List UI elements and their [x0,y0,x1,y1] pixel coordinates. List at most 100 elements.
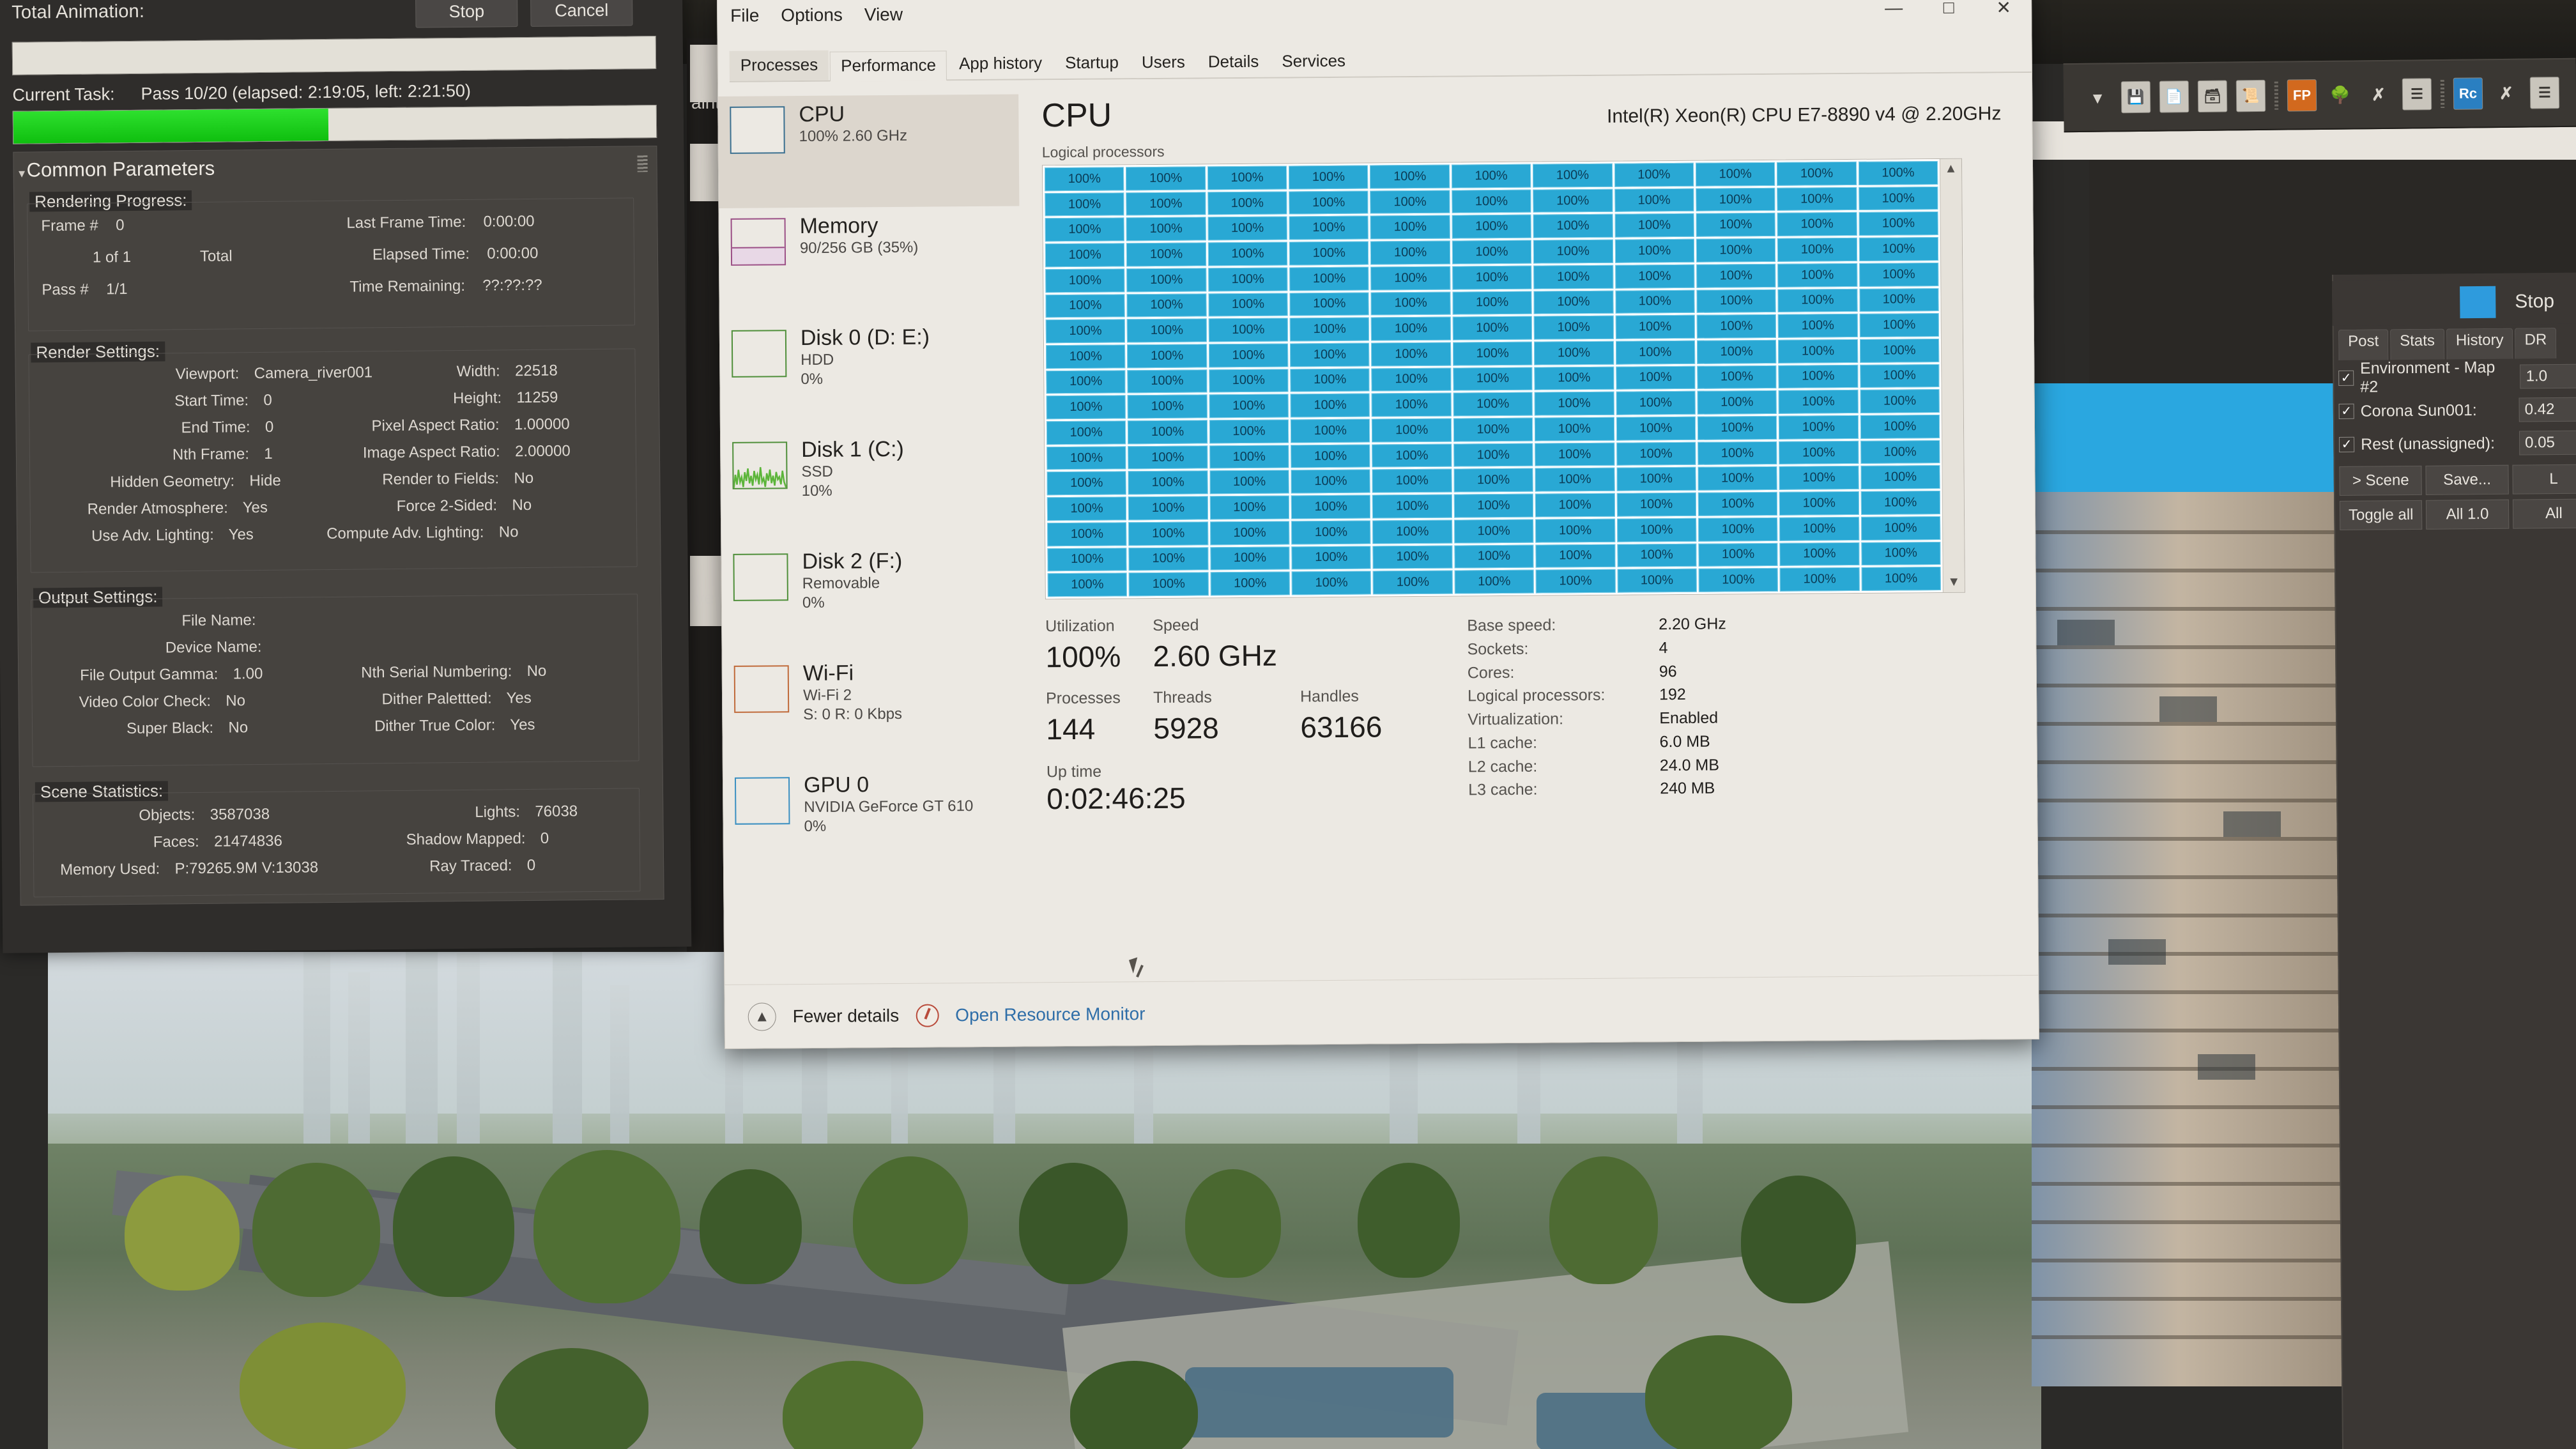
checkbox-icon[interactable]: ✓ [2338,403,2354,419]
spec-value: 6.0 MB [1659,732,1710,751]
vfb-tab-post[interactable]: Post [2338,329,2389,360]
logical-processor-cell: 100% [1453,417,1533,442]
sidebar-item-disk0[interactable]: Disk 0 (D: E:) HDD 0% [720,318,1021,432]
spec-value: 2.20 GHz [1659,615,1726,634]
lights-row: Lights: 76038 [475,802,578,821]
handles-label: Handles [1300,687,1359,706]
lightmix-row[interactable]: ✓ Environment - Map #2 1.0 [2338,358,2576,396]
sidebar-item-cpu[interactable]: CPU 100% 2.60 GHz [718,94,1020,208]
lightmix-row[interactable]: ✓ Corona Sun001: 0.42 [2338,393,2576,428]
chevron-down-icon[interactable]: ▾ [2083,81,2113,113]
current-task-value: Pass 10/20 (elapsed: 2:19:05, left: 2:21… [141,80,471,103]
vfb-tab-stats[interactable]: Stats [2390,328,2445,360]
viewport-row: Viewport: Camera_river001 [175,364,373,383]
close-icon[interactable]: ✕ [1976,0,2031,27]
tab-details[interactable]: Details [1197,47,1270,78]
checkbox-icon[interactable]: ✓ [2339,436,2355,452]
lightmix-value[interactable]: 0.05 [2518,430,2576,456]
render-tower-building [2032,492,2358,1386]
tab-processes[interactable]: Processes [729,50,829,81]
drag-grip-icon[interactable] [637,155,648,172]
spec-key: Virtualization: [1468,710,1564,729]
logical-processors-scrollbar[interactable]: ▲ ▼ [1939,158,1965,592]
vfb-color-swatch[interactable] [2460,286,2496,319]
menu-file[interactable]: File [730,6,759,26]
tab-users[interactable]: Users [1131,48,1196,79]
video-color-check-row: Video Color Check: No [79,692,246,711]
fewer-details-button[interactable]: Fewer details [793,1005,900,1026]
tab-startup[interactable]: Startup [1054,48,1130,79]
menu-options[interactable]: Options [781,5,843,26]
menu-view[interactable]: View [864,4,903,25]
logical-processor-cell: 100% [1370,215,1450,240]
maximize-icon[interactable]: □ [1921,0,1976,27]
lightmix-value[interactable]: 1.0 [2520,364,2576,389]
logical-processor-cell: 100% [1289,266,1369,291]
logical-processor-cell: 100% [1370,190,1450,214]
end-time-row: End Time: 0 [181,418,274,437]
vfb-tabs[interactable]: Post Stats History DR [2338,328,2576,360]
chevron-up-icon[interactable]: ▲ [747,1002,776,1031]
forest-pack-icon[interactable]: FP [2287,79,2317,112]
sidebar-item-wifi[interactable]: Wi-Fi Wi-Fi 2 S: 0 R: 0 Kbps [723,654,1023,767]
logical-processor-cell: 100% [1533,315,1614,340]
logical-processor-cell: 100% [1372,545,1453,569]
logical-processor-cell: 100% [1208,216,1287,241]
open-resource-monitor-link[interactable]: Open Resource Monitor [955,1004,1145,1025]
collapse-arrow-icon[interactable]: ▼ [17,168,27,181]
list-icon[interactable]: ☰ [2402,78,2432,111]
lightmix-row[interactable]: ✓ Rest (unassigned): 0.05 [2339,426,2576,461]
checkbox-icon[interactable]: ✓ [2338,370,2354,386]
scrollbar-thumb[interactable] [1942,178,1963,572]
logical-processor-cell: 100% [1046,369,1126,394]
logical-processor-cell: 100% [1860,465,1940,490]
tab-performance[interactable]: Performance [830,50,947,82]
stop-button[interactable]: Stop [415,0,518,28]
render-tree [1019,1163,1128,1284]
forest-trees-icon[interactable]: 🌳 [2326,79,2356,111]
common-parameters-header[interactable]: ▼ Common Parameters [17,157,215,182]
vfb-tab-history[interactable]: History [2446,328,2513,360]
logical-processor-cell: 100% [1779,567,1860,592]
logical-processor-cell: 100% [1047,522,1127,546]
save-render-c-icon[interactable]: 🗃 [2197,80,2228,112]
sidebar-item-gpu0[interactable]: GPU 0 NVIDIA GeForce GT 610 0% [723,765,1024,879]
railclone-x-icon[interactable]: ✗ [2364,79,2394,111]
menu-bar[interactable]: File Options View [730,4,903,26]
vfb-stop-label[interactable]: Stop [2515,291,2554,313]
logical-processor-cell: 100% [1372,392,1452,417]
resource-monitor-icon[interactable] [916,1003,939,1027]
vfb-tab-dr[interactable]: DR [2515,328,2557,359]
scene-button[interactable]: > Scene [2339,465,2423,496]
chevron-up-icon[interactable]: ▲ [1945,162,1958,176]
save-render-b-icon[interactable]: 📄 [2159,80,2189,113]
tab-app-history[interactable]: App history [948,49,1053,79]
sidebar-item-label: Disk 2 (F:) [802,548,903,574]
render-tree [700,1169,802,1284]
logical-processor-cell: 100% [1779,415,1859,440]
list2-icon[interactable]: ☰ [2529,77,2560,109]
max-plugin-toolbar[interactable]: ▾ 💾 📄 🗃 📜 FP 🌳 ✗ ☰ Rc ✗ ☰ [2063,57,2576,133]
chevron-down-icon[interactable]: ▼ [1947,575,1960,590]
cancel-button[interactable]: Cancel [530,0,633,27]
sidebar-item-disk1[interactable]: Disk 1 (C:) SSD 10% [721,430,1022,544]
all-button[interactable]: All [2512,498,2576,529]
logical-processor-cell: 100% [1208,241,1288,266]
sidebar-item-memory[interactable]: Memory 90/256 GB (35%) [719,206,1020,320]
sidebar-item-disk2[interactable]: Disk 2 (F:) Removable 0% [721,542,1022,656]
logical-processor-cell: 100% [1209,495,1290,520]
railclone-icon[interactable]: Rc [2453,77,2483,110]
ray-traced-row: Ray Traced: 0 [429,856,536,875]
save-render-d-icon[interactable]: 📜 [2235,79,2266,112]
toggle-all-button[interactable]: Toggle all [2339,500,2423,530]
lightmix-value[interactable]: 0.42 [2518,397,2576,422]
save-button[interactable]: Save... [2425,464,2509,495]
load-button[interactable]: L [2512,464,2576,494]
railclone-x2-icon[interactable]: ✗ [2492,77,2522,109]
all-one-button[interactable]: All 1.0 [2426,499,2509,530]
minimize-icon[interactable]: — [1866,0,1921,28]
tab-services[interactable]: Services [1271,47,1356,77]
save-render-icon[interactable]: 💾 [2120,80,2151,114]
logical-processor-cell: 100% [1696,187,1775,212]
common-parameters-rollout[interactable]: ▼ Common Parameters Rendering Progress: … [13,146,664,906]
